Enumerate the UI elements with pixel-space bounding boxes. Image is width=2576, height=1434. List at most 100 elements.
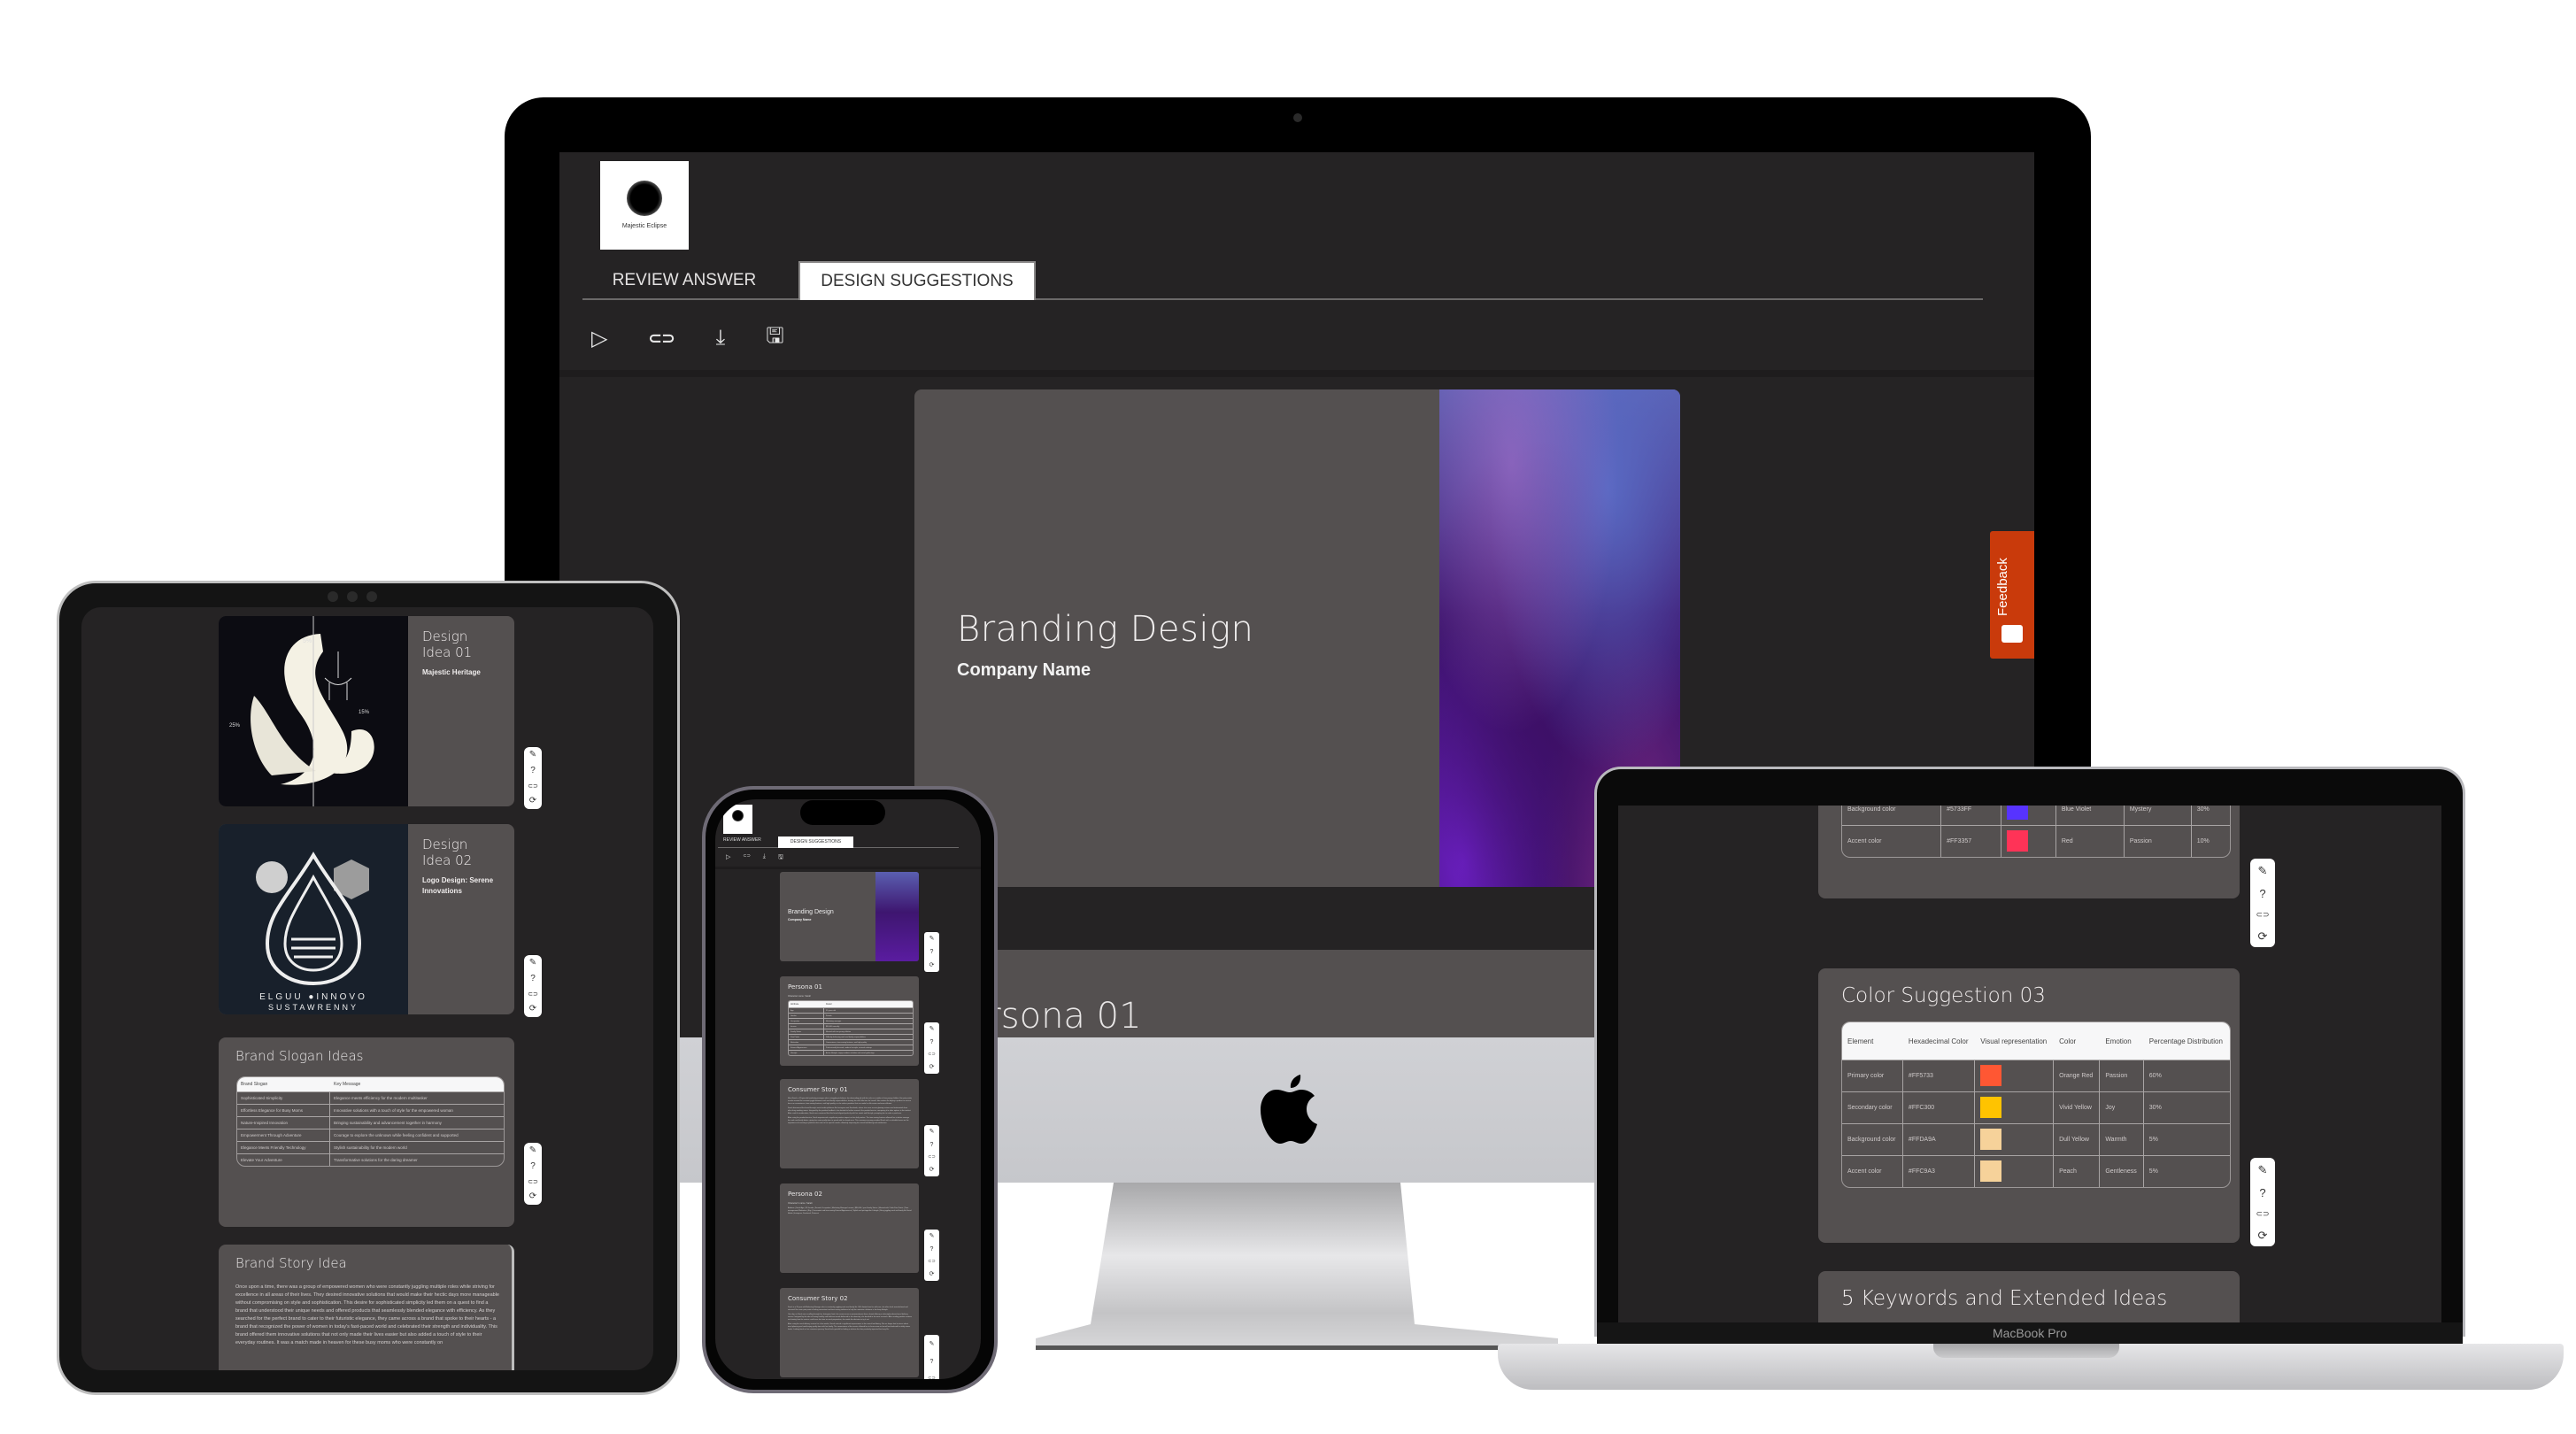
edit-icon[interactable]: ✎ bbox=[2258, 1164, 2268, 1176]
table-cell: Vivid Yellow bbox=[2054, 1091, 2101, 1123]
help-icon[interactable]: ? bbox=[930, 1246, 934, 1253]
link-icon[interactable]: ⊂⊃ bbox=[2256, 1209, 2269, 1218]
table-row: Accent color #FF3357 Red Passion 10% bbox=[1842, 825, 2230, 857]
refresh-icon[interactable]: ⟳ bbox=[2258, 1230, 2268, 1241]
table-cell: #5733FF bbox=[1941, 806, 2002, 825]
swan-label-5: 5% bbox=[303, 638, 312, 644]
consumer-story-title: Consumer Story 01 bbox=[788, 1086, 848, 1093]
table-cell: Stylish sustainability for the modern wo… bbox=[330, 1141, 504, 1153]
refresh-icon[interactable]: ⟳ bbox=[929, 1271, 935, 1277]
link-icon[interactable]: ⊂⊃ bbox=[528, 783, 538, 790]
table-cell: Transformative solutions for the daring … bbox=[330, 1153, 504, 1166]
link-icon[interactable]: ⊂⊃ bbox=[928, 1155, 935, 1160]
link-icon[interactable]: ⊂⊃ bbox=[928, 1052, 935, 1057]
tab-review-answer[interactable]: REVIEW ANSWER bbox=[723, 837, 761, 843]
link-icon[interactable]: ⊂⊃ bbox=[2256, 910, 2269, 919]
refresh-icon[interactable]: ⟳ bbox=[929, 962, 935, 968]
link-icon[interactable]: ⊂⊃ bbox=[928, 1260, 935, 1264]
help-icon[interactable]: ? bbox=[2259, 888, 2265, 899]
table-cell: #FFC9A3 bbox=[1902, 1155, 1976, 1187]
table-cell: Nature-Inspired Innovation bbox=[237, 1116, 330, 1129]
hero-card: Branding Design Company Name bbox=[914, 389, 1680, 887]
table-cell: Lifestyle bbox=[789, 1050, 824, 1055]
color-suggestion-title: Color Suggestion 03 bbox=[1841, 984, 2046, 1007]
edit-icon[interactable]: ✎ bbox=[529, 751, 536, 759]
edit-icon[interactable]: ✎ bbox=[929, 1233, 935, 1239]
download-icon[interactable]: ⤓ bbox=[763, 853, 766, 863]
download-icon[interactable]: ⤓ bbox=[716, 326, 726, 351]
consumer-story-card: Consumer Story 02 Sarah is a 35-year-old… bbox=[780, 1288, 919, 1377]
table-row: Background color #FFDA9A Dull Yellow Warmth… bbox=[1842, 1123, 2230, 1155]
column-header: Element bbox=[1842, 1022, 1903, 1060]
card-tools: ✎ ? ⊂⊃ bbox=[924, 1335, 939, 1379]
table-row: Elegance Meets Friendly Technology Stylis… bbox=[237, 1141, 504, 1153]
refresh-icon[interactable]: ⟳ bbox=[529, 1004, 536, 1014]
table-cell: Joy bbox=[2100, 1091, 2144, 1123]
refresh-icon[interactable]: ⟳ bbox=[529, 1191, 536, 1201]
help-icon[interactable]: ? bbox=[930, 1359, 934, 1365]
card-tools: ✎ ? ⊂⊃ ⟳ bbox=[2250, 859, 2275, 947]
play-icon[interactable]: ▷ bbox=[591, 326, 607, 351]
toolbar-divider bbox=[559, 370, 2034, 377]
link-icon[interactable]: ⊂⊃ bbox=[528, 991, 538, 998]
column-header: Hexadecimal Color bbox=[1902, 1022, 1976, 1060]
persona-character: Character's name: Sarah bbox=[788, 1202, 813, 1205]
card-tools: ✎ ? ⊂⊃ ⟳ bbox=[924, 1230, 939, 1281]
water-drop-logo-image: ELGUU ●INNOVO SUSTAWRENNY bbox=[219, 824, 408, 1014]
hero-subtitle: Company Name bbox=[788, 918, 812, 921]
logo-caption: Majestic Eclipse bbox=[621, 223, 667, 229]
column-header: Emotion bbox=[2100, 1022, 2144, 1060]
feedback-button[interactable]: Feedback bbox=[1990, 531, 2034, 659]
edit-icon[interactable]: ✎ bbox=[2258, 865, 2268, 876]
save-icon[interactable]: 🖫 bbox=[778, 853, 783, 863]
table-cell: Primary color bbox=[1842, 1060, 1903, 1091]
color-table: Secondary color#33FF57GreenFreshness20%B… bbox=[1841, 806, 2231, 858]
refresh-icon[interactable]: ⟳ bbox=[529, 796, 536, 806]
column-header: Key Message bbox=[330, 1077, 504, 1091]
tab-design-suggestions[interactable]: DESIGN SUGGESTIONS bbox=[798, 261, 1036, 300]
edit-icon[interactable]: ✎ bbox=[529, 959, 536, 968]
hero-gradient-image bbox=[875, 872, 919, 961]
table-cell: 10% bbox=[2191, 825, 2230, 857]
edit-icon[interactable]: ✎ bbox=[929, 1026, 935, 1032]
table-row: Sophisticated Simplicity Elegance meets e… bbox=[237, 1091, 504, 1104]
swan-label-25: 25% bbox=[229, 723, 241, 729]
design-idea-card: 5% 15% 25% Design Idea 01 Majestic Herita… bbox=[219, 616, 514, 806]
help-icon[interactable]: ? bbox=[930, 1039, 934, 1045]
edit-icon[interactable]: ✎ bbox=[929, 936, 935, 942]
persona-card: Persona 01 Character name: Sarah Attribu… bbox=[780, 976, 919, 1066]
logo-mark-icon bbox=[627, 181, 662, 216]
persona-title: Persona 02 bbox=[788, 1191, 822, 1198]
table-cell: Innovative solutions with a touch of sty… bbox=[330, 1104, 504, 1116]
play-icon[interactable]: ▷ bbox=[726, 853, 730, 863]
help-icon[interactable]: ? bbox=[530, 1162, 536, 1171]
edit-icon[interactable]: ✎ bbox=[529, 1146, 536, 1155]
monitor-camera bbox=[1293, 113, 1302, 122]
table-row: Background color #5733FF Blue Violet Myster… bbox=[1842, 806, 2230, 825]
link-icon[interactable]: ⊂⊃ bbox=[743, 853, 750, 863]
help-icon[interactable]: ? bbox=[930, 1142, 934, 1148]
refresh-icon[interactable]: ⟳ bbox=[2258, 930, 2268, 942]
brand-logo[interactable] bbox=[723, 805, 752, 834]
help-icon[interactable]: ? bbox=[930, 949, 934, 955]
help-icon[interactable]: ? bbox=[2259, 1187, 2265, 1199]
help-icon[interactable]: ? bbox=[530, 975, 536, 983]
column-header: Visual representation bbox=[1975, 1022, 2055, 1060]
refresh-icon[interactable]: ⟳ bbox=[929, 1167, 935, 1173]
edit-icon[interactable]: ✎ bbox=[929, 1341, 935, 1347]
link-icon[interactable]: ⊂⊃ bbox=[928, 1376, 935, 1379]
link-icon[interactable]: ⊂⊃ bbox=[648, 329, 675, 348]
table-cell: Effortless Elegance for Busy Moms bbox=[237, 1104, 330, 1116]
tab-design-suggestions[interactable]: DESIGN SUGGESTIONS bbox=[778, 836, 853, 848]
tab-review-answer[interactable]: REVIEW ANSWER bbox=[609, 261, 760, 300]
help-icon[interactable]: ? bbox=[530, 767, 536, 775]
table-cell bbox=[2001, 825, 2056, 857]
edit-icon[interactable]: ✎ bbox=[929, 1129, 935, 1135]
design-idea-title: Design Idea 01 bbox=[422, 628, 473, 660]
brand-logo[interactable]: Majestic Eclipse bbox=[600, 161, 689, 250]
refresh-icon[interactable]: ⟳ bbox=[929, 1064, 935, 1070]
link-icon[interactable]: ⊂⊃ bbox=[528, 1179, 538, 1185]
save-icon[interactable]: 🖫 bbox=[766, 320, 783, 357]
color-swatch bbox=[1980, 1128, 2002, 1150]
laptop-brand-label: MacBook Pro bbox=[1992, 1326, 2068, 1340]
